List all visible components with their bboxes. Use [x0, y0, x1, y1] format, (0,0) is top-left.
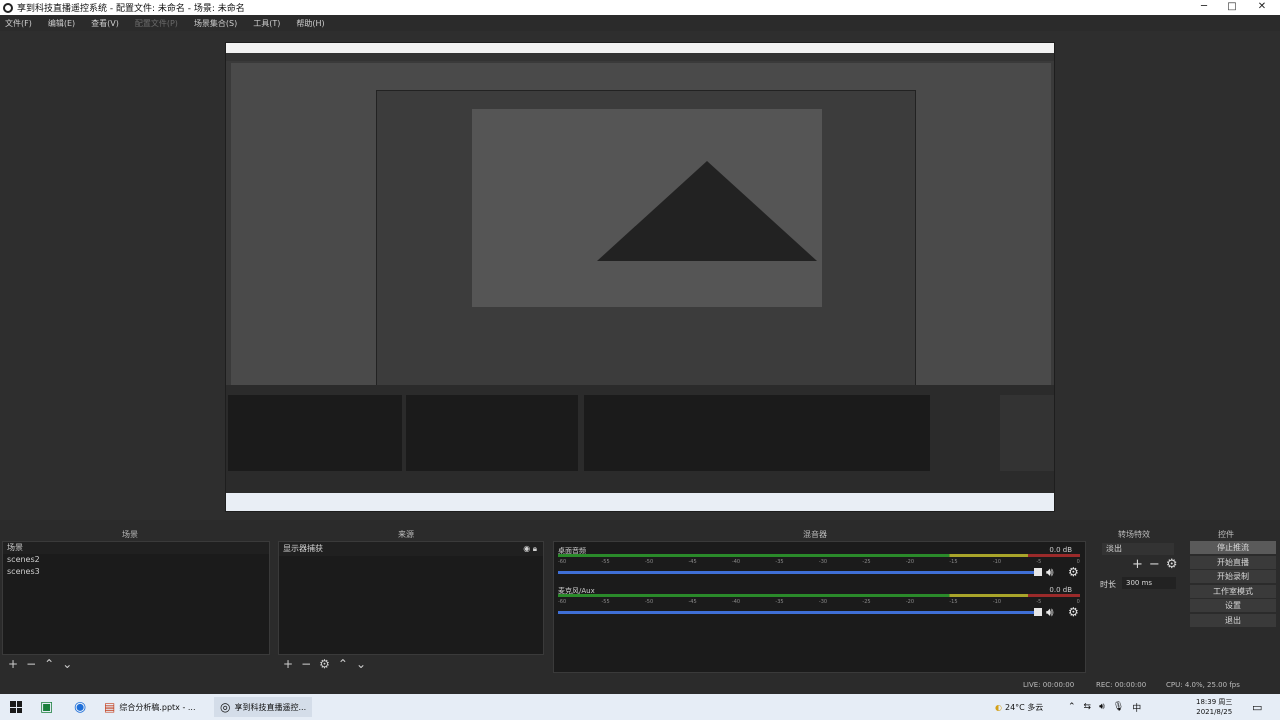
live-timer: LIVE: 00:00:00 [1023, 681, 1075, 689]
speaker-icon[interactable]: 🔊︎ [1046, 565, 1054, 580]
channel-db: 0.0 dB [1049, 586, 1072, 594]
volume-slider[interactable] [558, 571, 1036, 574]
menu-file[interactable]: 文件(F) [5, 18, 32, 29]
minimize-icon[interactable]: ─ [1190, 0, 1218, 15]
add-icon[interactable]: + [8, 657, 18, 671]
windows-icon [10, 701, 22, 713]
meter-ticks: -60 -55 -50 -45 -40 -35 -30 -25 -20 -15 -10 -5 0 [558, 599, 1080, 605]
system-tray: ⌃ ⇆ 🔊︎ 🎙︎ 中 [1068, 697, 1141, 717]
notification-icon[interactable]: ▭ [1252, 697, 1262, 717]
start-live-button[interactable]: 开始直播 [1190, 555, 1276, 569]
network-icon[interactable]: ⇆ [1084, 702, 1092, 712]
window-title: 享到科技直播遥控系统 - 配置文件: 未命名 - 场景: 未命名 [17, 4, 245, 14]
scene-item[interactable]: 场景 [3, 542, 269, 554]
scene-item[interactable]: scenes2 [3, 554, 269, 566]
chevron-up-icon[interactable]: ⌃ [1068, 702, 1076, 712]
remove-icon[interactable]: − [26, 657, 36, 671]
rec-timer: REC: 00:00:00 [1096, 681, 1147, 689]
gear-icon[interactable]: ⚙ [319, 657, 330, 671]
scene-item[interactable]: scenes3 [3, 566, 269, 578]
scenes-list: 场景 scenes2 scenes3 [2, 541, 270, 655]
studio-mode-button[interactable]: 工作室模式 [1190, 584, 1276, 598]
mic-icon[interactable]: 🎙︎ [1113, 702, 1124, 712]
controls-panel: 停止推流 开始直播 开始录制 工作室模式 设置 退出 [1190, 541, 1278, 655]
app-logo-icon [3, 2, 13, 13]
menu-help[interactable]: 帮助(H) [296, 18, 324, 29]
mixer-channel-mic: 麦克风/Aux 0.0 dB -60 -55 -50 -45 -40 -35 -30 -25-… [556, 584, 1082, 624]
transition-select[interactable]: 淡出 [1102, 543, 1174, 555]
status-bar: LIVE: 00:00:00 REC: 00:00:00 CPU: 4.0%, … [0, 677, 1280, 693]
gear-icon[interactable]: ⚙ [1166, 557, 1178, 572]
close-icon[interactable]: ✕ [1248, 0, 1276, 15]
menu-profile[interactable]: 配置文件(P) [135, 18, 178, 29]
lock-icon[interactable]: 🔒︎ [533, 544, 537, 553]
volume-meter [558, 554, 1080, 557]
mixer-dock-title: 混音器 [803, 530, 827, 539]
dock-headers: 场景 来源 混音器 转场特效 控件 [0, 527, 1280, 541]
preview-screen-capture [225, 42, 1055, 512]
meter-ticks: -60 -55 -50 -45 -40 -35 -30 -25 -20 -15 -10 -5 0 [558, 559, 1080, 565]
menu-bar: 文件(F) 编辑(E) 查看(V) 配置文件(P) 场景集合(S) 工具(T) … [0, 15, 1280, 31]
sources-list: 显示器捕获 ◉ 🔒︎ [278, 541, 544, 655]
os-taskbar: ▣ ◉ ▤ 综合分析稿.pptx - ... ◎ 享到科技直播遥控... ◐ 2… [0, 694, 1280, 720]
gear-icon[interactable]: ⚙ [1068, 605, 1079, 619]
move-up-icon[interactable]: ⌃ [44, 657, 54, 671]
remove-icon[interactable]: − [1149, 557, 1160, 572]
duration-input[interactable]: 300 ms [1122, 577, 1176, 589]
move-up-icon[interactable]: ⌃ [338, 657, 348, 671]
eye-icon[interactable]: ◉ [523, 544, 530, 553]
powerpoint-icon: ▤ [104, 700, 116, 714]
move-down-icon[interactable]: ⌄ [62, 657, 72, 671]
controls-dock-title: 控件 [1218, 530, 1234, 539]
menu-scene-collection[interactable]: 场景集合(S) [194, 18, 237, 29]
menu-tools[interactable]: 工具(T) [253, 18, 280, 29]
window-title-bar: 享到科技直播遥控系统 - 配置文件: 未命名 - 场景: 未命名 ─ □ ✕ [0, 0, 1280, 15]
clock[interactable]: 18:39 周三 2021/8/25 [1196, 697, 1232, 717]
scenes-toolbar: + − ⌃ ⌄ [8, 656, 72, 672]
add-icon[interactable]: + [1132, 557, 1143, 572]
sources-dock-title: 来源 [398, 530, 414, 539]
taskbar-app-pptx[interactable]: ▤ 综合分析稿.pptx - ... [104, 697, 196, 717]
audio-mixer: 桌面音频 0.0 dB -60 -55 -50 -45 -40 -35 -30 -25 -20-… [553, 541, 1086, 673]
gear-icon[interactable]: ⚙ [1068, 565, 1079, 579]
sources-toolbar: + − ⚙ ⌃ ⌄ [283, 656, 366, 672]
volume-slider-handle[interactable] [1034, 568, 1042, 576]
channel-db: 0.0 dB [1049, 546, 1072, 554]
stop-stream-button[interactable]: 停止推流 [1190, 541, 1276, 554]
menu-edit[interactable]: 编辑(E) [48, 18, 75, 29]
speaker-icon[interactable]: 🔊︎ [1046, 605, 1054, 620]
taskbar-app-obs[interactable]: ◎ 享到科技直播遥控... [214, 697, 313, 717]
app-icon[interactable]: ▣ [40, 697, 53, 717]
exit-button[interactable]: 退出 [1190, 613, 1276, 627]
start-button[interactable] [10, 697, 22, 717]
edge-icon[interactable]: ◉ [74, 697, 86, 717]
cpu-fps: CPU: 4.0%, 25.00 fps [1166, 681, 1240, 689]
volume-slider[interactable] [558, 611, 1036, 614]
add-icon[interactable]: + [283, 657, 293, 671]
source-item-label: 显示器捕获 [283, 544, 323, 553]
obs-icon: ◎ [220, 700, 231, 714]
weather-icon: ◐ [995, 702, 1002, 712]
duration-label: 时长 [1100, 580, 1116, 589]
menu-view[interactable]: 查看(V) [91, 18, 119, 29]
start-recording-button[interactable]: 开始录制 [1190, 570, 1276, 583]
volume-meter [558, 594, 1080, 597]
volume-icon[interactable]: 🔊︎ [1099, 702, 1105, 712]
settings-button[interactable]: 设置 [1190, 599, 1276, 612]
transitions-dock-title: 转场特效 [1118, 530, 1150, 539]
transitions-panel: 淡出 + − ⚙ 时长 300 ms [1090, 541, 1185, 655]
source-item[interactable]: 显示器捕获 ◉ 🔒︎ [279, 542, 543, 556]
volume-slider-handle[interactable] [1034, 608, 1042, 616]
ime-icon[interactable]: 中 [1132, 701, 1141, 714]
maximize-icon[interactable]: □ [1218, 0, 1246, 15]
remove-icon[interactable]: − [301, 657, 311, 671]
move-down-icon[interactable]: ⌄ [356, 657, 366, 671]
weather-widget[interactable]: ◐ 24°C 多云 [995, 697, 1043, 717]
mixer-channel-desktop: 桌面音频 0.0 dB -60 -55 -50 -45 -40 -35 -30 -25 -20-… [556, 544, 1082, 584]
scenes-dock-title: 场景 [122, 530, 138, 539]
